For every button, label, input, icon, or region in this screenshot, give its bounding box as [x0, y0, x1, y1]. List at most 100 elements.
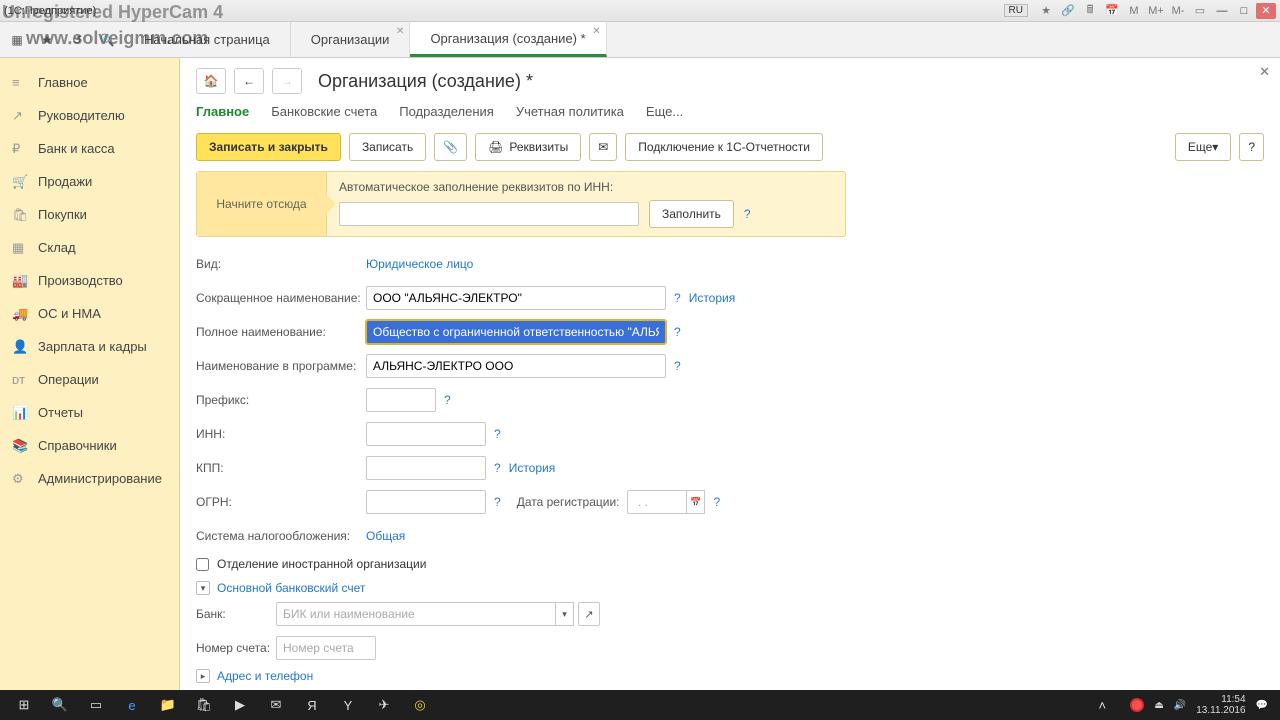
minimize-button[interactable]: — [1212, 3, 1232, 19]
explorer-icon[interactable]: 📁 [150, 691, 186, 719]
tax-value[interactable]: Общая [366, 529, 405, 543]
requisites-button[interactable]: 🖨Реквизиты [475, 133, 581, 161]
chevron-down-icon[interactable]: ▾ [556, 602, 574, 626]
sidebar-item-admin[interactable]: ⚙Администрирование [0, 462, 179, 495]
help-icon[interactable]: ? [674, 325, 681, 339]
clock[interactable]: 11:54 13.11.2016 [1196, 694, 1245, 716]
close-button[interactable]: ✕ [1256, 3, 1276, 19]
help-icon[interactable]: ? [444, 393, 451, 407]
home-button[interactable]: 🏠 [196, 68, 226, 94]
ogrn-input[interactable] [366, 490, 486, 514]
usb-icon[interactable]: ⏏ [1154, 700, 1163, 711]
sidebar-item-main[interactable]: ≡Главное [0, 66, 179, 99]
help-button[interactable]: ? [1239, 133, 1264, 161]
bank-label: Банк: [196, 607, 276, 621]
help-icon[interactable]: ? [713, 495, 720, 509]
record-icon[interactable] [1130, 698, 1144, 712]
sidebar-item-os[interactable]: 🚚ОС и НМА [0, 297, 179, 330]
help-icon[interactable]: ? [674, 291, 681, 305]
help-icon[interactable]: ? [494, 495, 501, 509]
short-name-input[interactable] [366, 286, 666, 310]
fill-button[interactable]: Заполнить [649, 200, 734, 228]
address-phone-expander[interactable]: ▸ Адрес и телефон [196, 669, 1264, 683]
foreign-branch-checkbox[interactable] [196, 558, 209, 571]
open-ref-button[interactable]: ↗ [578, 602, 600, 626]
inn-autofill-input[interactable] [339, 202, 639, 226]
mminus-icon[interactable]: M- [1168, 3, 1188, 19]
help-icon[interactable]: ? [744, 207, 751, 221]
envelope-button[interactable]: ✉ [589, 133, 617, 161]
edge-icon[interactable]: e [114, 691, 150, 719]
kpp-input[interactable] [366, 456, 486, 480]
close-icon[interactable]: ✕ [396, 26, 404, 37]
connect-1c-button[interactable]: Подключение к 1С-Отчетности [625, 133, 823, 161]
subtab-main[interactable]: Главное [196, 104, 249, 119]
maximize-button[interactable]: □ [1234, 3, 1254, 19]
help-icon[interactable]: ? [674, 359, 681, 373]
1c-icon[interactable]: ◎ [402, 691, 438, 719]
search-icon[interactable]: 🔍 [42, 691, 78, 719]
calendar-icon[interactable]: 📅 [687, 490, 705, 514]
calc-icon[interactable]: 🖩 [1080, 3, 1100, 19]
history-link[interactable]: История [689, 291, 736, 305]
sidebar-item-refs[interactable]: 📚Справочники [0, 429, 179, 462]
sidebar-item-operations[interactable]: ᴅᴛОперации [0, 363, 179, 396]
tray-up-icon[interactable]: ˄ [1084, 691, 1120, 719]
telegram-icon[interactable]: ✈ [366, 691, 402, 719]
lang-indicator[interactable]: RU [1004, 4, 1028, 17]
bank-input[interactable] [276, 602, 556, 626]
m-icon[interactable]: M [1124, 3, 1144, 19]
subtab-more[interactable]: Еще... [646, 104, 683, 119]
bank-account-expander[interactable]: ▾ Основной банковский счет [196, 581, 1264, 595]
window-icon[interactable]: ▭ [1190, 3, 1210, 19]
prog-name-label: Наименование в программе: [196, 359, 366, 373]
sidebar-item-warehouse[interactable]: ▦Склад [0, 231, 179, 264]
yandex2-icon[interactable]: Y [330, 691, 366, 719]
start-icon[interactable]: ⊞ [6, 691, 42, 719]
sidebar-item-bank[interactable]: ₽Банк и касса [0, 132, 179, 165]
tab-neworg[interactable]: Организация (создание) *✕ [410, 22, 606, 57]
help-icon[interactable]: ? [494, 427, 501, 441]
regdate-input[interactable] [627, 490, 687, 514]
grid-icon[interactable]: ▦ [6, 29, 28, 51]
content-pane: ✕ 🏠 ← → Организация (создание) * Главное… [180, 58, 1280, 690]
kind-value[interactable]: Юридическое лицо [366, 257, 473, 271]
sidebar-item-production[interactable]: 🏭Производство [0, 264, 179, 297]
sidebar-item-salary[interactable]: 👤Зарплата и кадры [0, 330, 179, 363]
subtab-dept[interactable]: Подразделения [399, 104, 494, 119]
fav-icon[interactable]: ★ [1036, 3, 1056, 19]
notifications-icon[interactable]: 💬 [1256, 700, 1268, 711]
attach-button[interactable]: 📎 [434, 133, 467, 161]
prog-name-input[interactable] [366, 354, 666, 378]
subtab-bank[interactable]: Банковские счета [271, 104, 377, 119]
sidebar-item-sales[interactable]: 🛒Продажи [0, 165, 179, 198]
accno-input[interactable] [276, 636, 376, 660]
yandex-icon[interactable]: Я [294, 691, 330, 719]
link-icon[interactable]: 🔗 [1058, 3, 1078, 19]
mplus-icon[interactable]: M+ [1146, 3, 1166, 19]
kpp-history-link[interactable]: История [509, 461, 556, 475]
sidebar-item-purchases[interactable]: 🛍Покупки [0, 198, 179, 231]
close-icon[interactable]: ✕ [592, 26, 600, 37]
prefix-input[interactable] [366, 388, 436, 412]
inn-input[interactable] [366, 422, 486, 446]
forward-button[interactable]: → [272, 68, 302, 94]
calendar-icon[interactable]: 📅 [1102, 3, 1122, 19]
subtab-acct[interactable]: Учетная политика [516, 104, 624, 119]
mail-icon[interactable]: ✉ [258, 691, 294, 719]
truck-icon: 🚚 [12, 306, 28, 322]
help-icon[interactable]: ? [494, 461, 501, 475]
full-name-input[interactable] [366, 320, 666, 344]
sound-icon[interactable]: 🔊 [1174, 700, 1186, 711]
taskview-icon[interactable]: ▭ [78, 691, 114, 719]
save-close-button[interactable]: Записать и закрыть [196, 133, 341, 161]
store-icon[interactable]: 🛍 [186, 691, 222, 719]
video-icon[interactable]: ▶ [222, 691, 258, 719]
sidebar-item-reports[interactable]: 📊Отчеты [0, 396, 179, 429]
tab-orgs[interactable]: Организации✕ [291, 22, 411, 57]
sidebar-item-manager[interactable]: ↗Руководителю [0, 99, 179, 132]
more-button[interactable]: Еще ▾ [1175, 133, 1231, 161]
close-pane-button[interactable]: ✕ [1259, 64, 1270, 80]
save-button[interactable]: Записать [349, 133, 426, 161]
back-button[interactable]: ← [234, 68, 264, 94]
